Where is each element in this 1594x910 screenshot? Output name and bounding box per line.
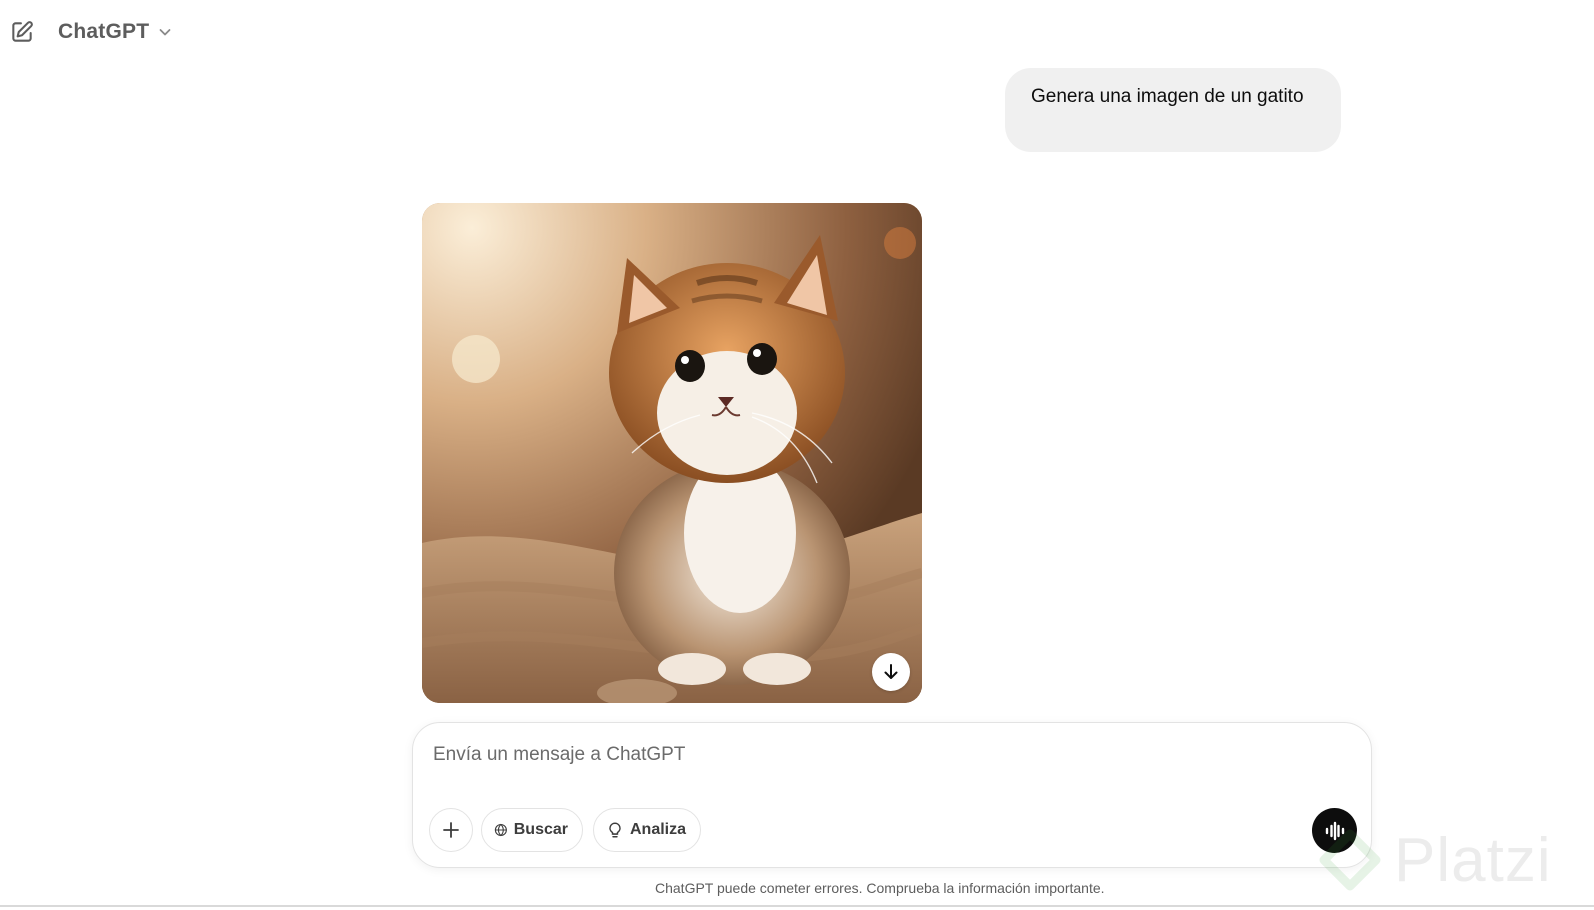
- new-chat-button[interactable]: [6, 16, 38, 48]
- message-input[interactable]: [433, 739, 1333, 771]
- plus-icon: [443, 822, 459, 838]
- analyze-button-label: Analiza: [629, 821, 686, 838]
- disclaimer-text: ChatGPT puede cometer errores. Comprueba…: [655, 880, 1105, 896]
- search-button[interactable]: Buscar: [481, 808, 583, 852]
- search-button-label: Buscar: [513, 821, 568, 838]
- user-message-bubble: Genera una imagen de un gatito: [1005, 68, 1341, 152]
- chat-app: ChatGPT Genera una imagen de un gatito E…: [0, 0, 1594, 910]
- lightbulb-icon: [609, 822, 621, 838]
- kitten-image: [422, 203, 922, 703]
- platzi-watermark: Platzi: [1318, 820, 1552, 900]
- model-name: ChatGPT: [58, 20, 150, 43]
- globe-icon: [494, 823, 507, 837]
- arrow-down-icon: [884, 664, 898, 679]
- message-composer: Buscar Analiza: [412, 722, 1372, 868]
- platzi-logo-icon: [1319, 829, 1381, 891]
- download-image-button[interactable]: [872, 653, 910, 691]
- generated-image[interactable]: [422, 203, 922, 703]
- edit-pencil-icon: [12, 21, 33, 42]
- attach-button[interactable]: [429, 808, 473, 852]
- watermark-text: Platzi: [1394, 825, 1552, 895]
- analyze-button[interactable]: Analiza: [593, 808, 701, 852]
- chevron-down-icon: [159, 29, 171, 36]
- model-switcher[interactable]: ChatGPT: [58, 14, 173, 50]
- bottom-divider: [0, 905, 1594, 907]
- user-message-text: Genera una imagen de un gatito: [1031, 86, 1304, 107]
